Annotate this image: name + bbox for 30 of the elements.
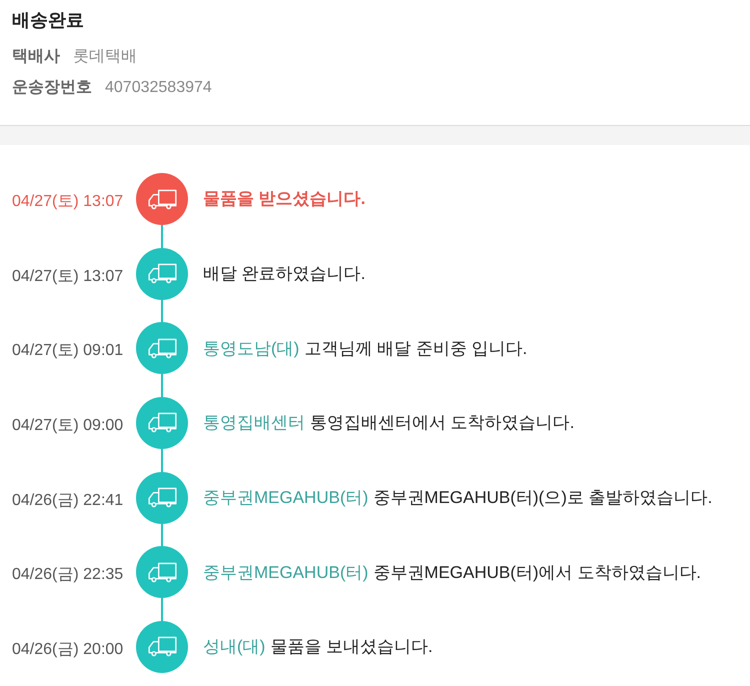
location-label: 중부권MEGAHUB(터): [203, 562, 368, 584]
status-message: 고객님께 배달 준비중 입니다.: [304, 338, 528, 360]
status-message: 물품을 받으셨습니다.: [203, 188, 366, 210]
field-label: 택배사: [12, 47, 60, 67]
event-time: 04/27(토) 13:07: [12, 192, 124, 212]
status-message: 물품을 보내셨습니다.: [270, 636, 433, 658]
event-time: 04/27(토) 09:00: [12, 416, 124, 436]
status-message: 중부권MEGAHUB(터)(으)로 출발하였습니다.: [373, 486, 712, 509]
page-title: 배송완료: [12, 9, 84, 32]
timeline-connector: [161, 225, 163, 248]
location-label: 통영집배센터: [203, 412, 305, 434]
timeline-connector: [161, 300, 163, 322]
event-time: 04/26(금) 22:35: [12, 565, 124, 586]
timeline-connector: [161, 448, 163, 472]
field-value: 407032583974: [105, 78, 212, 98]
location-label: 통영도남(대): [203, 338, 300, 360]
location-label: 성내(대): [203, 636, 266, 658]
event-time: 04/26(금) 20:00: [12, 640, 124, 660]
event-time: 04/27(토) 09:01: [12, 341, 124, 362]
status-message: 중부권MEGAHUB(터)에서 도착하였습니다.: [373, 562, 702, 584]
status-message: 배달 완료하였습니다.: [203, 262, 366, 285]
timeline-connector: [161, 524, 163, 546]
field-value: 롯데택배: [73, 47, 137, 67]
event-time: 04/26(금) 22:41: [12, 490, 124, 511]
event-time: 04/27(토) 13:07: [12, 266, 124, 287]
location-label: 중부권MEGAHUB(터): [203, 486, 368, 509]
status-message: 통영집배센터에서 도착하였습니다.: [310, 412, 574, 434]
timeline-connector: [161, 374, 163, 397]
timeline-connector: [161, 598, 163, 621]
field-label: 운송장번호: [12, 78, 92, 98]
